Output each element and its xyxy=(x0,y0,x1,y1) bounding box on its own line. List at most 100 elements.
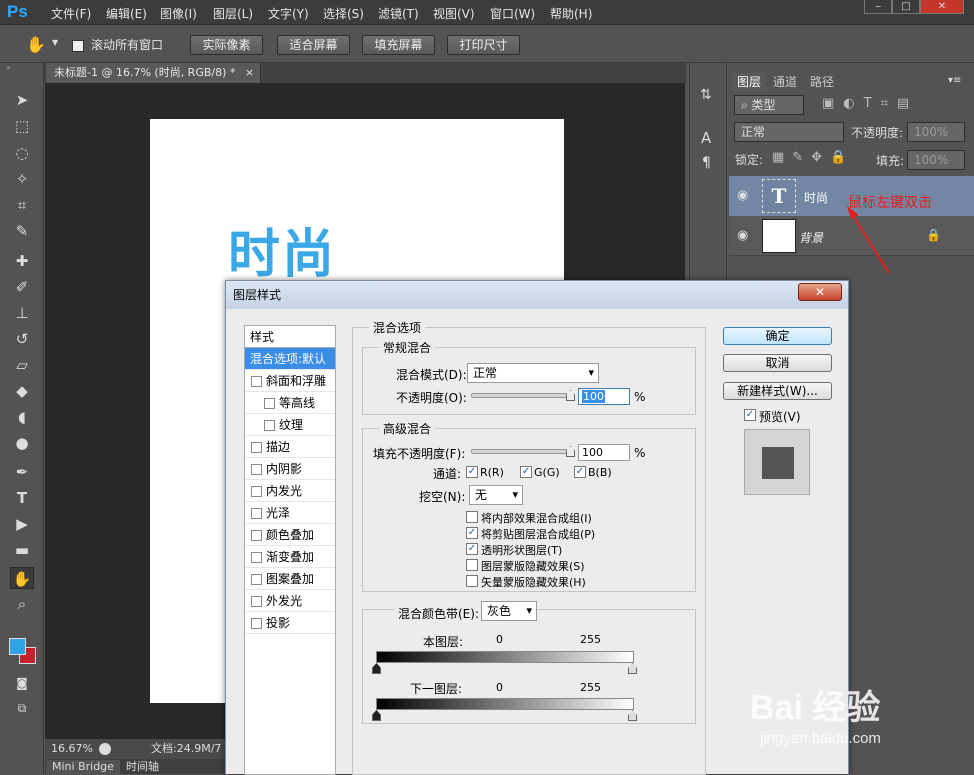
preview-checkbox[interactable]: ✓ xyxy=(744,409,756,421)
style-checkbox[interactable] xyxy=(251,376,262,387)
tab-mini-bridge[interactable]: Mini Bridge xyxy=(46,760,120,774)
option-checkbox-2[interactable]: ✓ xyxy=(466,527,478,539)
style-item-color-overlay[interactable]: 颜色叠加 xyxy=(245,524,335,546)
style-checkbox[interactable] xyxy=(251,596,262,607)
type-tool-icon[interactable]: T xyxy=(10,487,34,509)
visibility-eye-icon[interactable]: ◉ xyxy=(737,188,748,203)
fill-opacity-slider[interactable] xyxy=(471,449,575,454)
history-brush-tool-icon[interactable]: ↺ xyxy=(10,328,34,350)
tool-preset-chevron-icon[interactable]: ▼ xyxy=(52,38,58,47)
fill-opacity-input[interactable]: 100 xyxy=(578,444,630,461)
style-item-satin[interactable]: 光泽 xyxy=(245,502,335,524)
style-item-stroke[interactable]: 描边 xyxy=(245,436,335,458)
blend-mode-select[interactable]: 正常 xyxy=(467,363,599,383)
opacity-slider[interactable] xyxy=(471,393,575,398)
blend-if-select[interactable]: 灰色 xyxy=(481,601,537,621)
style-checkbox[interactable] xyxy=(264,420,275,431)
restore-button[interactable]: □ xyxy=(892,0,920,14)
close-window-button[interactable]: ✕ xyxy=(920,0,964,14)
style-checkbox[interactable] xyxy=(251,508,262,519)
menu-select[interactable]: 选择(S) xyxy=(323,5,364,22)
this-layer-gradient[interactable] xyxy=(376,651,634,663)
styles-header[interactable]: 样式 xyxy=(245,326,335,348)
collapse-icon[interactable]: » xyxy=(6,63,11,72)
menu-filter[interactable]: 滤镜(T) xyxy=(378,5,419,22)
clone-stamp-tool-icon[interactable]: ⊥ xyxy=(10,302,34,324)
layer-name[interactable]: 背景 xyxy=(799,229,823,246)
option-checkbox-1[interactable] xyxy=(466,511,478,523)
fill-screen-button[interactable]: 填充屏幕 xyxy=(362,35,435,55)
path-selection-tool-icon[interactable]: ▶ xyxy=(10,513,34,535)
history-icon[interactable]: ⇅ xyxy=(700,87,712,103)
style-item-texture[interactable]: 纹理 xyxy=(245,414,335,436)
style-checkbox[interactable] xyxy=(251,486,262,497)
eraser-tool-icon[interactable]: ▱ xyxy=(10,354,34,376)
lock-icons[interactable]: ▦✎✥🔒 xyxy=(772,150,854,165)
menu-image[interactable]: 图像(I) xyxy=(160,5,197,22)
style-checkbox[interactable] xyxy=(251,618,262,629)
style-item-inner-glow[interactable]: 内发光 xyxy=(245,480,335,502)
option-checkbox-5[interactable] xyxy=(466,575,478,587)
eyedropper-tool-icon[interactable]: ✎ xyxy=(10,220,34,242)
option-checkbox-4[interactable] xyxy=(466,559,478,571)
style-item-gradient-overlay[interactable]: 渐变叠加 xyxy=(245,546,335,568)
magic-wand-tool-icon[interactable]: ✧ xyxy=(10,168,34,190)
brush-tool-icon[interactable]: ✐ xyxy=(10,276,34,298)
style-item-bevel-emboss[interactable]: 斜面和浮雕 xyxy=(245,370,335,392)
crop-tool-icon[interactable]: ⌗ xyxy=(10,194,34,216)
menu-view[interactable]: 视图(V) xyxy=(433,5,475,22)
style-item-blending-options[interactable]: 混合选项:默认 xyxy=(245,348,335,370)
hand-tool-icon[interactable]: ✋ xyxy=(10,567,34,589)
scroll-all-checkbox[interactable] xyxy=(72,38,84,52)
zoom-level[interactable]: 16.67% xyxy=(51,739,93,759)
new-style-button[interactable]: 新建样式(W)... xyxy=(723,382,832,400)
tab-layers[interactable]: 图层 xyxy=(732,73,767,91)
style-checkbox[interactable] xyxy=(251,464,262,475)
style-checkbox[interactable] xyxy=(251,442,262,453)
dialog-titlebar[interactable]: 图层样式 xyxy=(226,281,848,309)
hand-tool-icon[interactable]: ✋ xyxy=(26,35,46,54)
lasso-tool-icon[interactable]: ◌ xyxy=(10,142,34,164)
panel-menu-icon[interactable]: ▾≡ xyxy=(948,75,961,86)
channel-g-checkbox[interactable]: ✓ xyxy=(520,466,532,478)
actual-pixels-button[interactable]: 实际像素 xyxy=(190,35,263,55)
style-item-inner-shadow[interactable]: 内阴影 xyxy=(245,458,335,480)
dodge-tool-icon[interactable]: ● xyxy=(10,432,34,454)
option-checkbox-3[interactable]: ✓ xyxy=(466,543,478,555)
style-item-drop-shadow[interactable]: 投影 xyxy=(245,612,335,634)
menu-edit[interactable]: 编辑(E) xyxy=(106,5,147,22)
blur-tool-icon[interactable]: ◖ xyxy=(10,406,34,428)
style-checkbox[interactable] xyxy=(251,574,262,585)
filter-icons[interactable]: ▣◐T⌗▤ xyxy=(822,96,918,111)
move-tool-icon[interactable]: ➤ xyxy=(10,89,34,111)
channel-b-checkbox[interactable]: ✓ xyxy=(574,466,586,478)
fill-input[interactable]: 100% xyxy=(907,150,965,170)
cancel-button[interactable]: 取消 xyxy=(723,354,832,372)
menu-layer[interactable]: 图层(L) xyxy=(213,5,253,22)
character-panel-icon[interactable]: A xyxy=(701,129,711,147)
paint-bucket-tool-icon[interactable]: ◆ xyxy=(10,380,34,402)
menu-help[interactable]: 帮助(H) xyxy=(550,5,592,22)
layer-opacity-input[interactable]: 100% xyxy=(907,122,965,142)
menu-type[interactable]: 文字(Y) xyxy=(268,5,309,22)
tab-paths[interactable]: 路径 xyxy=(805,73,839,91)
layer-filter-select[interactable]: ⌕ 类型 xyxy=(734,95,804,115)
visibility-eye-icon[interactable]: ◉ xyxy=(737,228,748,243)
layer-blend-mode-select[interactable]: 正常 xyxy=(734,122,844,142)
healing-brush-tool-icon[interactable]: ✚ xyxy=(10,250,34,272)
underlying-layer-gradient[interactable] xyxy=(376,698,634,710)
layer-name[interactable]: 时尚 xyxy=(804,189,828,206)
pen-tool-icon[interactable]: ✒ xyxy=(10,461,34,483)
zoom-tool-icon[interactable]: ⌕ xyxy=(10,593,34,615)
print-size-button[interactable]: 打印尺寸 xyxy=(447,35,520,55)
screen-mode-icon[interactable]: ⧉ xyxy=(10,697,34,719)
opacity-input[interactable]: 100 xyxy=(578,388,630,405)
style-item-outer-glow[interactable]: 外发光 xyxy=(245,590,335,612)
tab-timeline[interactable]: 时间轴 xyxy=(120,760,165,774)
style-checkbox[interactable] xyxy=(251,530,262,541)
marquee-tool-icon[interactable]: ⬚ xyxy=(10,115,34,137)
dialog-close-button[interactable]: ✕ xyxy=(798,283,842,301)
quick-mask-icon[interactable]: ◙ xyxy=(10,672,34,694)
fit-screen-button[interactable]: 适合屏幕 xyxy=(277,35,350,55)
tab-close-icon[interactable]: × xyxy=(245,66,254,79)
